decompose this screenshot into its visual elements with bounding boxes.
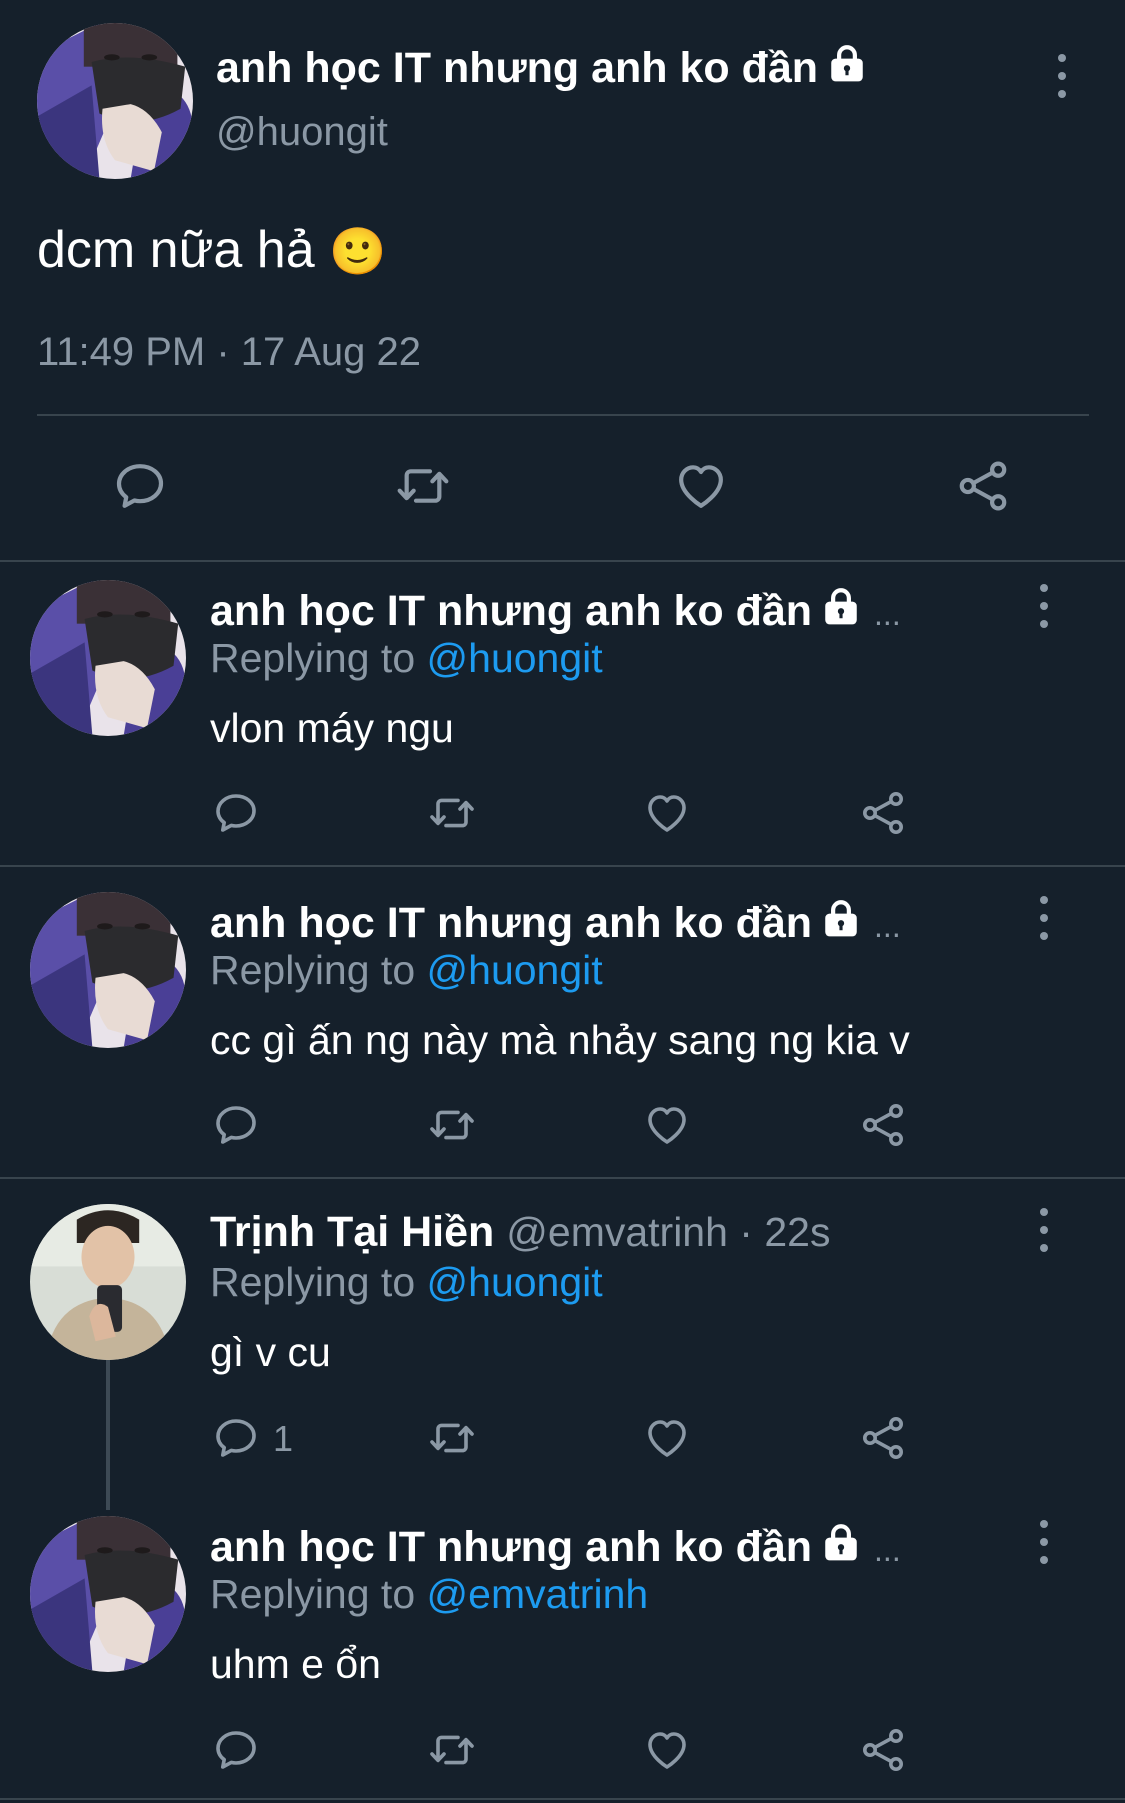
divider (37, 414, 1089, 416)
more-options-icon[interactable] (1034, 1520, 1054, 1564)
retweet-icon[interactable] (424, 789, 480, 837)
avatar[interactable] (30, 580, 186, 736)
handle-time[interactable]: @emvatrinh · 22s (506, 1209, 830, 1255)
mention-link[interactable]: @emvatrinh (427, 1571, 649, 1617)
replying-to: Replying to @huongit (210, 947, 603, 993)
lock-icon (826, 42, 868, 84)
tweet-text: vlon máy ngu (210, 705, 454, 751)
reply-count: 1 (273, 1418, 294, 1459)
avatar[interactable] (30, 1516, 186, 1672)
tweet-text: dcm nữa hả 🙂 (37, 221, 387, 279)
author-name[interactable]: Trịnh Tại Hiền @emvatrinh · 22s (210, 1208, 830, 1257)
smiley-emoji-icon: 🙂 (329, 225, 387, 277)
avatar[interactable] (30, 892, 186, 1048)
avatar[interactable] (30, 1204, 186, 1360)
author-name[interactable]: anh học IT nhưng anh ko đần ... (210, 585, 901, 636)
display-name[interactable]: Trịnh Tại Hiền (210, 1208, 494, 1256)
more-options-icon[interactable] (1052, 54, 1072, 98)
thread-line (106, 1360, 110, 1510)
author-name[interactable]: anh học IT nhưng anh ko đần ... (210, 1521, 901, 1572)
mention-link[interactable]: @huongit (427, 947, 603, 993)
heart-icon[interactable] (643, 1726, 691, 1774)
retweet-icon[interactable] (424, 1414, 480, 1462)
reply-icon[interactable] (212, 1414, 260, 1462)
more-options-icon[interactable] (1034, 584, 1054, 628)
reply-icon[interactable] (212, 1101, 260, 1149)
author-handle[interactable]: @huongit (216, 110, 388, 155)
replying-to: Replying to @huongit (210, 635, 603, 681)
timestamp[interactable]: 11:49 PM · 17 Aug 22 (37, 330, 421, 375)
tweet-text: uhm e ổn (210, 1641, 381, 1687)
share-icon[interactable] (955, 458, 1011, 514)
share-icon[interactable] (859, 789, 907, 837)
share-icon[interactable] (859, 1414, 907, 1462)
retweet-icon[interactable] (391, 458, 455, 514)
more-options-icon[interactable] (1034, 896, 1054, 940)
heart-icon[interactable] (643, 789, 691, 837)
retweet-icon[interactable] (424, 1726, 480, 1774)
reply-icon[interactable] (212, 1726, 260, 1774)
heart-icon[interactable] (673, 458, 729, 514)
author-name[interactable]: anh học IT nhưng anh ko đần ... (210, 897, 901, 948)
divider (0, 865, 1125, 867)
lock-icon (820, 1521, 862, 1563)
retweet-icon[interactable] (424, 1101, 480, 1149)
mention-link[interactable]: @huongit (427, 1259, 603, 1305)
lock-icon (820, 897, 862, 939)
divider (0, 1798, 1125, 1800)
divider (0, 560, 1125, 562)
reply-icon[interactable] (212, 789, 260, 837)
share-icon[interactable] (859, 1726, 907, 1774)
tweet-text: gì v cu (210, 1329, 331, 1375)
heart-icon[interactable] (643, 1101, 691, 1149)
heart-icon[interactable] (643, 1414, 691, 1462)
divider (0, 1177, 1125, 1179)
replying-to: Replying to @emvatrinh (210, 1571, 649, 1617)
lock-icon (820, 585, 862, 627)
avatar[interactable] (37, 23, 193, 179)
ellipsis: ... (874, 1532, 901, 1568)
display-name[interactable]: anh học IT nhưng anh ko đần (216, 44, 818, 92)
tweet-text: cc gì ấn ng này mà nhảy sang ng kia v (210, 1017, 910, 1063)
mention-link[interactable]: @huongit (427, 635, 603, 681)
ellipsis: ... (874, 596, 901, 632)
ellipsis: ... (874, 908, 901, 944)
replying-to: Replying to @huongit (210, 1259, 603, 1305)
share-icon[interactable] (859, 1101, 907, 1149)
more-options-icon[interactable] (1034, 1208, 1054, 1252)
author-name[interactable]: anh học IT nhưng anh ko đần (216, 42, 868, 93)
reply-icon[interactable] (112, 458, 168, 514)
